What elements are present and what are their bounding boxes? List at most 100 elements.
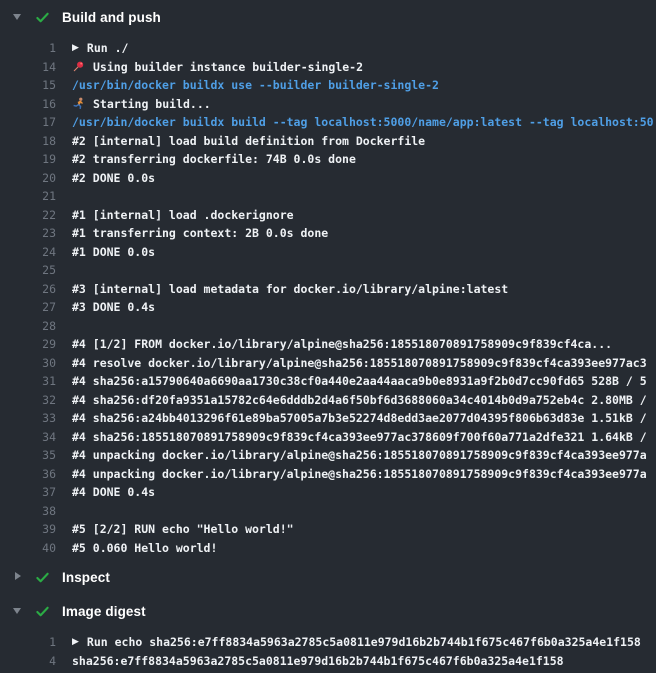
log-line-content: #4 unpacking docker.io/library/alpine@sh…	[72, 467, 656, 481]
line-number[interactable]: 37	[0, 485, 56, 499]
run-expand-icon[interactable]: ▶	[72, 637, 79, 647]
line-number[interactable]: 4	[0, 654, 56, 668]
line-number[interactable]: 18	[0, 134, 56, 148]
line-number[interactable]: 40	[0, 541, 56, 555]
log-line[interactable]: 36 #4 unpacking docker.io/library/alpine@…	[0, 465, 656, 484]
log-text: #2 transferring dockerfile: 74B 0.0s don…	[72, 152, 356, 166]
log-line-content: #4 [1/2] FROM docker.io/library/alpine@s…	[72, 337, 656, 351]
line-number[interactable]: 23	[0, 226, 56, 240]
log-line[interactable]: 18#2 [internal] load build definition fr…	[0, 132, 656, 151]
log-line[interactable]: 26 #3 [internal] load metadata for docker…	[0, 280, 656, 299]
log-line-content: ▶Run ./	[72, 41, 656, 55]
section-title: Image digest	[62, 604, 146, 619]
log-text: sha256:e7ff8834a5963a2785c5a0811e979d16b…	[72, 654, 564, 668]
log-text: #4 sha256:185518070891758909c9f839cf4ca3…	[72, 430, 647, 444]
log-line[interactable]: 33#4 sha256:a24bb4013296f61e89ba57005a7b…	[0, 409, 656, 428]
line-number[interactable]: 33	[0, 411, 56, 425]
log-line[interactable]: 38	[0, 502, 656, 521]
log-text: #4 sha256:df20fa9351a15782c64e6dddb2d4a6…	[72, 393, 647, 407]
log-line[interactable]: 1 ▶Run ./	[0, 39, 656, 58]
line-number[interactable]: 24	[0, 245, 56, 259]
log-line[interactable]: 27#3 DONE 0.4s	[0, 298, 656, 317]
log-line[interactable]: 25	[0, 261, 656, 280]
log-line[interactable]: 34 #4 sha256:185518070891758909c9f839cf4c…	[0, 428, 656, 447]
log-line-content: #3 [internal] load metadata for docker.i…	[72, 282, 656, 296]
log-text: #1 transferring context: 2B 0.0s done	[72, 226, 328, 240]
log-line[interactable]: 4 sha256:e7ff8834a5963a2785c5a0811e979d16…	[0, 652, 656, 671]
line-number[interactable]: 38	[0, 504, 56, 518]
line-number[interactable]: 15	[0, 78, 56, 92]
log-line-content: /usr/bin/docker buildx build --tag local…	[72, 115, 656, 129]
success-check-icon	[35, 604, 50, 619]
line-number[interactable]: 16	[0, 97, 56, 111]
line-number[interactable]: 17	[0, 115, 56, 129]
log-line[interactable]: 23 #1 transferring context: 2B 0.0s done	[0, 224, 656, 243]
line-number[interactable]: 1	[0, 635, 56, 649]
line-number[interactable]: 32	[0, 393, 56, 407]
log-line[interactable]: 15/usr/bin/docker buildx use --builder b…	[0, 76, 656, 95]
section-header-image-digest[interactable]: Image digest	[0, 594, 656, 628]
line-number[interactable]: 39	[0, 522, 56, 536]
line-number[interactable]: 27	[0, 300, 56, 314]
log-line[interactable]: 40#5 0.060 Hello world!	[0, 539, 656, 558]
section-header-build-and-push[interactable]: Build and push	[0, 0, 656, 34]
log-line-content: #2 transferring dockerfile: 74B 0.0s don…	[72, 152, 656, 166]
runner-icon	[72, 97, 85, 110]
log-lines-build-and-push: 1 ▶Run ./ 14Using builder instance builder…	[0, 34, 656, 560]
log-text: #4 unpacking docker.io/library/alpine@sh…	[72, 467, 647, 481]
line-number[interactable]: 26	[0, 282, 56, 296]
log-line[interactable]: 37 #4 DONE 0.4s	[0, 483, 656, 502]
section-image-digest: Image digest 1 ▶Run echo sha256:e7ff8834a5…	[0, 594, 656, 673]
log-line[interactable]: 20#2 DONE 0.0s	[0, 169, 656, 188]
log-text: #4 [1/2] FROM docker.io/library/alpine@s…	[72, 337, 612, 351]
section-title: Build and push	[62, 10, 161, 25]
pushpin-icon	[72, 60, 85, 73]
log-line-content: #1 DONE 0.0s	[72, 245, 656, 259]
log-line[interactable]: 30#4 resolve docker.io/library/alpine@sh…	[0, 354, 656, 373]
section-header-inspect[interactable]: Inspect	[0, 560, 656, 594]
log-line[interactable]: 1 ▶Run echo sha256:e7ff8834a5963a2785c5a0…	[0, 633, 656, 652]
log-line-content: sha256:e7ff8834a5963a2785c5a0811e979d16b…	[72, 654, 656, 668]
line-number[interactable]: 35	[0, 448, 56, 462]
log-line[interactable]: 21	[0, 187, 656, 206]
line-number[interactable]: 34	[0, 430, 56, 444]
line-number[interactable]: 22	[0, 208, 56, 222]
log-line[interactable]: 24 #1 DONE 0.0s	[0, 243, 656, 262]
line-number[interactable]: 30	[0, 356, 56, 370]
chevron-down-icon	[13, 11, 22, 23]
section-build-and-push: Build and push 1 ▶Run ./ 14Using builder in…	[0, 0, 656, 560]
log-line[interactable]: 32 #4 sha256:df20fa9351a15782c64e6dddb2d4…	[0, 391, 656, 410]
log-text: Starting build...	[93, 97, 211, 111]
line-number[interactable]: 19	[0, 152, 56, 166]
log-line-content: #4 sha256:a15790640a6690aa1730c38cf0a440…	[72, 374, 656, 388]
line-number[interactable]: 1	[0, 41, 56, 55]
line-number[interactable]: 31	[0, 374, 56, 388]
log-line[interactable]: 35 #4 unpacking docker.io/library/alpine@…	[0, 446, 656, 465]
log-line[interactable]: 14Using builder instance builder-single-…	[0, 58, 656, 77]
log-line-content: #4 sha256:df20fa9351a15782c64e6dddb2d4a6…	[72, 393, 656, 407]
log-line[interactable]: 39#5 [2/2] RUN echo "Hello world!"	[0, 520, 656, 539]
success-check-icon	[35, 570, 50, 585]
log-text: #4 sha256:a15790640a6690aa1730c38cf0a440…	[72, 374, 647, 388]
log-line[interactable]: 28	[0, 317, 656, 336]
log-line[interactable]: 19 #2 transferring dockerfile: 74B 0.0s d…	[0, 150, 656, 169]
log-line-content: #4 unpacking docker.io/library/alpine@sh…	[72, 448, 656, 462]
line-number[interactable]: 20	[0, 171, 56, 185]
line-number[interactable]: 14	[0, 60, 56, 74]
section-inspect: Inspect	[0, 560, 656, 594]
log-line[interactable]: 17/usr/bin/docker buildx build --tag loc…	[0, 113, 656, 132]
log-line-content: /usr/bin/docker buildx use --builder bui…	[72, 78, 656, 92]
line-number[interactable]: 21	[0, 189, 56, 203]
log-line[interactable]: 22#1 [internal] load .dockerignore	[0, 206, 656, 225]
log-line-content: #4 DONE 0.4s	[72, 485, 656, 499]
line-number[interactable]: 36	[0, 467, 56, 481]
section-title: Inspect	[62, 570, 110, 585]
line-number[interactable]: 28	[0, 319, 56, 333]
log-line[interactable]: 31 #4 sha256:a15790640a6690aa1730c38cf0a4…	[0, 372, 656, 391]
line-number[interactable]: 29	[0, 337, 56, 351]
run-expand-icon[interactable]: ▶	[72, 43, 79, 53]
log-line[interactable]: 16 Starting build...	[0, 95, 656, 114]
log-line-content: ▶Run echo sha256:e7ff8834a5963a2785c5a08…	[72, 635, 656, 649]
log-line[interactable]: 29 #4 [1/2] FROM docker.io/library/alpine…	[0, 335, 656, 354]
line-number[interactable]: 25	[0, 263, 56, 277]
